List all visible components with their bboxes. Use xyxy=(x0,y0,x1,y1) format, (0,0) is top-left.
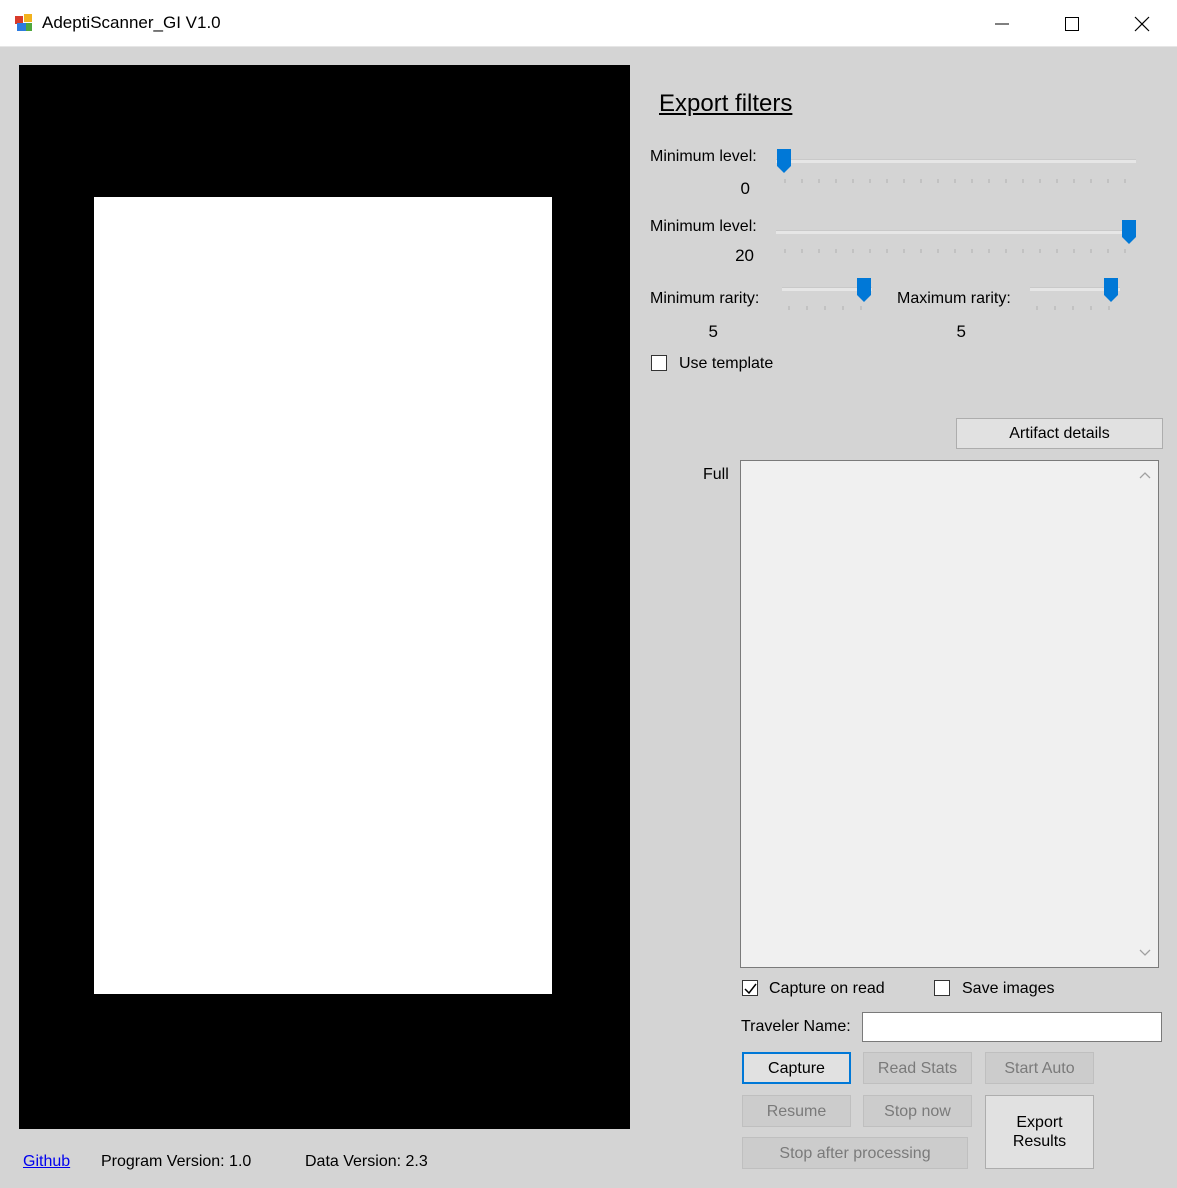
min-level-thumb[interactable] xyxy=(776,148,792,174)
checkmark-icon xyxy=(743,983,757,994)
window-title: AdeptiScanner_GI V1.0 xyxy=(42,13,221,32)
max-rarity-label: Maximum rarity: xyxy=(897,290,1011,307)
details-scrollbar[interactable] xyxy=(1131,461,1158,967)
max-level-value: 20 xyxy=(735,246,754,265)
use-template-checkbox[interactable] xyxy=(651,355,667,371)
export-filters-heading: Export filters xyxy=(659,90,793,117)
program-version: Program Version: 1.0 xyxy=(101,1153,252,1170)
read-stats-button[interactable]: Read Stats xyxy=(863,1052,972,1084)
min-rarity-thumb[interactable] xyxy=(856,277,872,303)
min-level-ticks xyxy=(784,179,1126,183)
start-auto-button[interactable]: Start Auto xyxy=(985,1052,1094,1084)
scroll-up-icon[interactable] xyxy=(1139,471,1151,479)
min-level-slider[interactable] xyxy=(776,145,1138,190)
max-level-label: Minimum level: xyxy=(650,218,757,235)
close-button[interactable] xyxy=(1107,0,1177,47)
close-icon xyxy=(1134,16,1150,31)
use-template-label: Use template xyxy=(679,355,774,372)
artifact-preview-image xyxy=(94,197,552,994)
maximize-icon xyxy=(1065,16,1079,31)
github-link[interactable]: Github xyxy=(23,1153,70,1171)
max-level-slider[interactable] xyxy=(776,217,1138,259)
min-rarity-slider[interactable] xyxy=(780,275,875,315)
min-rarity-ticks xyxy=(788,306,862,310)
minimize-button[interactable] xyxy=(967,0,1037,47)
save-images-checkbox[interactable] xyxy=(934,980,950,996)
scroll-down-icon[interactable] xyxy=(1139,949,1151,957)
min-rarity-label: Minimum rarity: xyxy=(650,290,760,307)
capture-on-read-checkbox[interactable] xyxy=(742,980,758,996)
min-rarity-value: 5 xyxy=(708,322,718,341)
resume-button[interactable]: Resume xyxy=(742,1095,851,1127)
traveler-name-label: Traveler Name: xyxy=(741,1018,851,1035)
min-level-label: Minimum level: xyxy=(650,148,757,165)
capture-button[interactable]: Capture xyxy=(742,1052,851,1084)
max-rarity-value: 5 xyxy=(956,322,966,341)
artifact-details-button[interactable]: Artifact details xyxy=(956,418,1163,449)
max-rarity-thumb[interactable] xyxy=(1103,277,1119,303)
capture-on-read-label: Capture on read xyxy=(769,980,885,997)
save-images-label: Save images xyxy=(962,980,1055,997)
export-results-button[interactable]: Export Results xyxy=(985,1095,1094,1169)
maximize-button[interactable] xyxy=(1037,0,1107,47)
min-level-value: 0 xyxy=(740,179,750,198)
max-rarity-slider[interactable] xyxy=(1028,275,1123,315)
details-mode-label: Full xyxy=(703,466,729,483)
app-icon xyxy=(15,14,32,31)
max-level-ticks xyxy=(784,249,1126,253)
title-bar: AdeptiScanner_GI V1.0 xyxy=(0,0,1177,47)
max-rarity-ticks xyxy=(1036,306,1110,310)
stop-now-button[interactable]: Stop now xyxy=(863,1095,972,1127)
max-level-thumb[interactable] xyxy=(1121,219,1137,245)
minimize-icon xyxy=(995,23,1009,24)
traveler-name-input[interactable] xyxy=(862,1012,1162,1042)
artifact-details-textbox[interactable] xyxy=(740,460,1159,968)
data-version: Data Version: 2.3 xyxy=(305,1153,428,1170)
stop-after-processing-button[interactable]: Stop after processing xyxy=(742,1137,968,1169)
